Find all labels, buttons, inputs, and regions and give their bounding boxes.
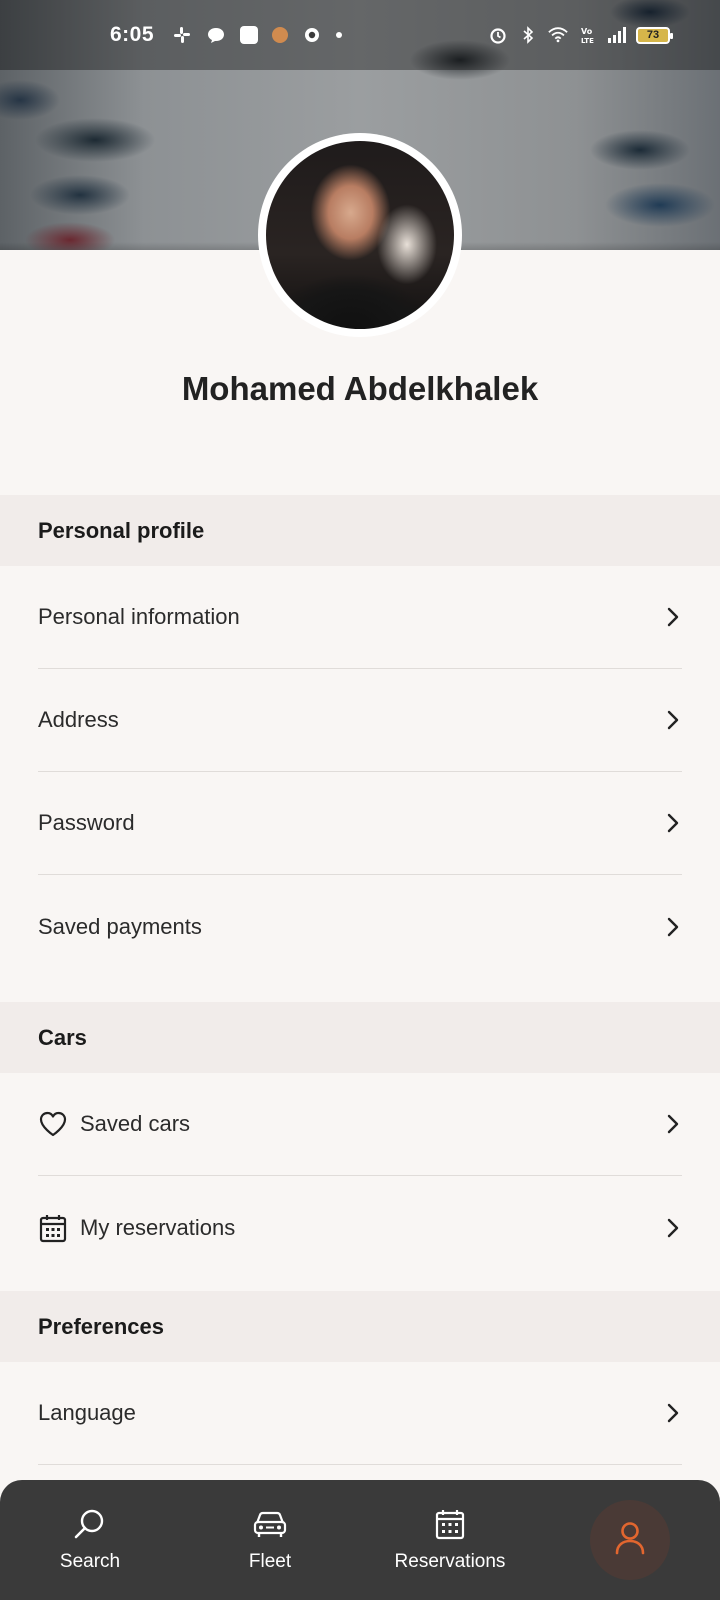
nav-label: Reservations xyxy=(394,1551,506,1572)
chevron-right-icon xyxy=(664,1112,682,1136)
car-icon xyxy=(253,1507,287,1541)
status-time: 6:05 xyxy=(110,23,155,46)
volte-icon: Vo LTE xyxy=(578,25,598,45)
nav-item-profile[interactable] xyxy=(590,1500,670,1580)
nav-item-reservations[interactable]: Reservations xyxy=(380,1480,520,1600)
wifi-icon xyxy=(548,25,568,45)
row-saved-payments[interactable]: Saved payments xyxy=(38,875,682,978)
row-label: Saved payments xyxy=(38,913,202,939)
battery-icon: 73 xyxy=(636,26,673,44)
signal-icon xyxy=(608,27,626,43)
bottom-nav: Search Fleet Reservations xyxy=(0,1480,720,1600)
chat-icon xyxy=(206,25,226,45)
bluetooth-icon xyxy=(518,25,538,45)
row-label: Password xyxy=(38,810,135,835)
dot-icon xyxy=(336,32,343,38)
person-icon xyxy=(614,1521,646,1560)
chevron-right-icon xyxy=(664,708,682,732)
row-label: Address xyxy=(38,707,119,732)
row-label: Language xyxy=(38,1400,136,1425)
svg-text:Vo: Vo xyxy=(581,27,593,36)
section-header-cars: Cars xyxy=(0,1002,720,1073)
status-bar: 6:05 Vo LTE 73 xyxy=(0,0,720,70)
calendar-icon xyxy=(38,1213,68,1243)
calendar-icon xyxy=(433,1507,467,1541)
nav-label: Fleet xyxy=(248,1551,292,1572)
app-square-icon xyxy=(240,26,259,44)
row-password[interactable]: Password xyxy=(38,772,682,875)
nav-label: Search xyxy=(59,1551,121,1572)
cookie-icon xyxy=(272,27,289,43)
section-header-personal-profile: Personal profile xyxy=(0,495,720,566)
heart-icon xyxy=(38,1109,68,1139)
row-label: Personal information xyxy=(38,604,240,629)
slack-icon xyxy=(172,25,192,45)
alarm-icon xyxy=(488,25,508,45)
svg-text:LTE: LTE xyxy=(581,37,594,44)
chevron-right-icon xyxy=(664,1216,682,1240)
chevron-right-icon xyxy=(664,1401,682,1425)
section-header-preferences: Preferences xyxy=(0,1291,720,1362)
chevron-right-icon xyxy=(664,811,682,835)
user-name: Mohamed Abdelkhalek xyxy=(181,370,539,407)
row-saved-cars[interactable]: Saved cars xyxy=(38,1073,682,1176)
github-icon xyxy=(302,25,322,45)
avatar-photo xyxy=(266,141,454,329)
row-label: Saved cars xyxy=(80,1111,191,1136)
nav-item-search[interactable]: Search xyxy=(48,1480,132,1600)
chevron-right-icon xyxy=(664,915,682,939)
chevron-right-icon xyxy=(664,605,682,629)
row-personal-information[interactable]: Personal information xyxy=(38,566,682,669)
search-icon xyxy=(73,1507,107,1541)
row-my-reservations[interactable]: My reservations xyxy=(38,1176,682,1279)
row-language[interactable]: Language xyxy=(38,1362,682,1465)
nav-item-fleet[interactable]: Fleet xyxy=(230,1480,310,1600)
row-label: My reservations xyxy=(80,1214,236,1240)
avatar[interactable] xyxy=(258,133,462,337)
row-address[interactable]: Address xyxy=(38,669,682,772)
